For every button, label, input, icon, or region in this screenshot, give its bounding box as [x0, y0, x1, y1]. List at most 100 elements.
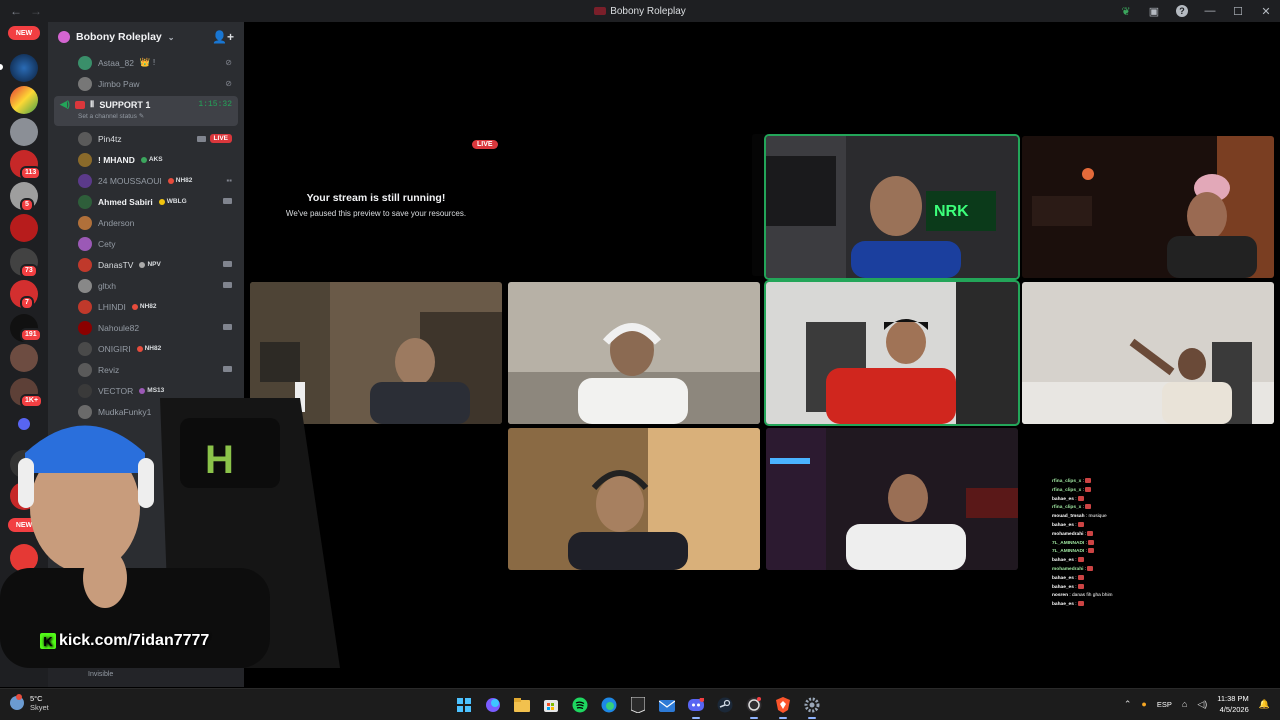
user-panel: Invisible	[48, 665, 244, 687]
live-badge[interactable]: LIVE	[209, 134, 232, 143]
chevron-down-icon: ⌄	[167, 32, 175, 42]
emote-icon	[1085, 486, 1092, 492]
channel-member[interactable]: DanasTV NPV	[48, 254, 244, 275]
windows-taskbar: 5°C Skyet ⌃ ● ESP ⌂ ◁) 11:38 PM 4/5/2026…	[0, 688, 1280, 720]
kick-watermark: K kick.com/7idan7777	[40, 632, 209, 650]
chat-line: rfina_clips_x :	[1052, 504, 1172, 513]
weather-place: Skyet	[30, 703, 49, 712]
channel-status[interactable]: Set a channel status ✎	[78, 112, 232, 120]
brave-icon[interactable]	[773, 695, 793, 719]
emote-icon	[1077, 495, 1084, 501]
server-icon-brown[interactable]	[10, 344, 38, 372]
epic-games-icon[interactable]	[628, 695, 648, 715]
voice-channel-support-1[interactable]: ◀) Ⅱ SUPPORT 1 1:15:32 Set a channel sta…	[54, 96, 238, 126]
member-tag: NH82	[131, 303, 157, 310]
emote-icon	[1088, 539, 1095, 545]
window-title: Bobony Roleplay	[0, 6, 1280, 17]
forward-arrow-icon[interactable]: →	[30, 4, 42, 18]
taskbar-clock[interactable]: 11:38 PM 4/5/2026	[1217, 693, 1249, 715]
streamer-video: H	[0, 398, 340, 668]
maximize-button[interactable]: ☐	[1230, 3, 1246, 19]
title-bar: ← → Bobony Roleplay ❦ ▣ ? — ☐ ✕	[0, 0, 1280, 22]
emote-icon	[1077, 521, 1084, 527]
channel-member[interactable]: Nahoule82	[48, 317, 244, 338]
tray-chevron-icon[interactable]: ⌃	[1124, 699, 1132, 710]
minimize-button[interactable]: —	[1202, 3, 1218, 19]
channel-member[interactable]: Pin4tz LIVE	[48, 128, 244, 149]
obs-icon[interactable]	[744, 695, 764, 719]
emote-icon	[1077, 557, 1084, 563]
paused-preview: Your stream is still running! We've paus…	[250, 134, 502, 276]
windows-start-icon[interactable]	[454, 695, 474, 715]
chat-line: rfina_clips_x :	[1052, 478, 1172, 487]
mention-badge: 191	[20, 328, 42, 342]
channel-member[interactable]: Ahmed Sabiri WBLG	[48, 191, 244, 212]
mail-icon[interactable]	[657, 695, 677, 715]
webcam-video	[508, 428, 760, 570]
channel-member[interactable]: ONIGIRI NH82	[48, 338, 244, 359]
channel-name: SUPPORT 1	[99, 99, 151, 110]
server-icon-alliance[interactable]	[10, 54, 38, 82]
network-icon[interactable]: ⌂	[1182, 699, 1187, 709]
video-tile-speaking[interactable]: NRK	[766, 136, 1018, 278]
avatar	[78, 236, 92, 251]
copilot-icon[interactable]	[483, 695, 503, 715]
notification-bell-icon[interactable]: 🔔	[1259, 699, 1270, 710]
microphone-icon[interactable]: ●	[1141, 699, 1146, 709]
emote-icon	[1085, 478, 1092, 483]
channel-member[interactable]: gltxh	[48, 275, 244, 296]
video-tile-bright[interactable]	[1022, 282, 1274, 424]
close-button[interactable]: ✕	[1258, 3, 1274, 19]
channel-member[interactable]: ! MHAND AKS	[48, 149, 244, 170]
video-tile-dark-room[interactable]	[1022, 136, 1274, 278]
member-name: 24 MOUSSAOUI	[98, 175, 162, 186]
taskbar-apps	[454, 695, 822, 719]
server-icon-avatar[interactable]	[10, 118, 38, 146]
speaker-icon: ◀)	[60, 99, 70, 109]
avatar	[78, 215, 92, 230]
avatar	[78, 299, 92, 314]
channel-member[interactable]: LHINDI NH82	[48, 296, 244, 317]
camera-icon	[223, 365, 232, 374]
new-unreads-pill[interactable]: NEW	[8, 26, 40, 40]
user-status: Invisible	[88, 671, 114, 678]
inbox-icon[interactable]: ▣	[1146, 3, 1162, 19]
video-tile-headset[interactable]	[508, 282, 760, 424]
member-tag: WBLG	[158, 198, 187, 205]
avatar	[78, 55, 92, 70]
volume-icon[interactable]: ◁)	[1197, 699, 1207, 710]
input-language[interactable]: ESP	[1157, 700, 1172, 709]
member-tag: NH82	[167, 177, 192, 184]
discord-icon[interactable]	[686, 695, 706, 719]
member-name: Reviz	[98, 364, 120, 375]
settings-icon[interactable]	[802, 695, 822, 719]
server-icon-flag[interactable]	[10, 86, 38, 114]
channel-member[interactable]: Reviz	[48, 359, 244, 380]
voice-user[interactable]: Astaa_82 👑 ! ⊘	[48, 52, 244, 73]
add-member-icon[interactable]: 👤+	[212, 30, 234, 44]
server-header[interactable]: Bobony Roleplay ⌄ 👤+	[48, 22, 244, 52]
deafened-icon: ⊘	[225, 79, 232, 88]
member-tag: NPV	[139, 261, 161, 268]
edge-icon[interactable]	[599, 695, 619, 715]
store-icon[interactable]	[541, 695, 561, 715]
help-icon[interactable]: ?	[1174, 3, 1190, 19]
paused-stream-tile[interactable]	[494, 156, 746, 298]
spotify-icon[interactable]	[570, 695, 590, 715]
video-tile-speaking-red[interactable]	[766, 282, 1018, 424]
channel-member[interactable]: Cety	[48, 233, 244, 254]
chat-line: 7L_AMINNADI :	[1052, 548, 1172, 557]
voice-user[interactable]: Jimbo Paw ⊘	[48, 73, 244, 94]
channel-member[interactable]: 24 MOUSSAOUI NH82 ▪▪	[48, 170, 244, 191]
video-tile-warm[interactable]	[508, 428, 760, 570]
video-tile-neon[interactable]	[766, 428, 1018, 570]
weather-widget[interactable]: 5°C Skyet	[10, 694, 49, 712]
back-arrow-icon[interactable]: ←	[10, 4, 22, 18]
leaf-icon[interactable]: ❦	[1118, 3, 1134, 19]
server-name: Bobony Roleplay	[76, 31, 162, 43]
chat-line: bahae_es :	[1052, 583, 1172, 593]
file-explorer-icon[interactable]	[512, 695, 532, 715]
steam-icon[interactable]	[715, 695, 735, 715]
server-icon-cross[interactable]	[10, 214, 38, 242]
channel-member[interactable]: Anderson	[48, 212, 244, 233]
